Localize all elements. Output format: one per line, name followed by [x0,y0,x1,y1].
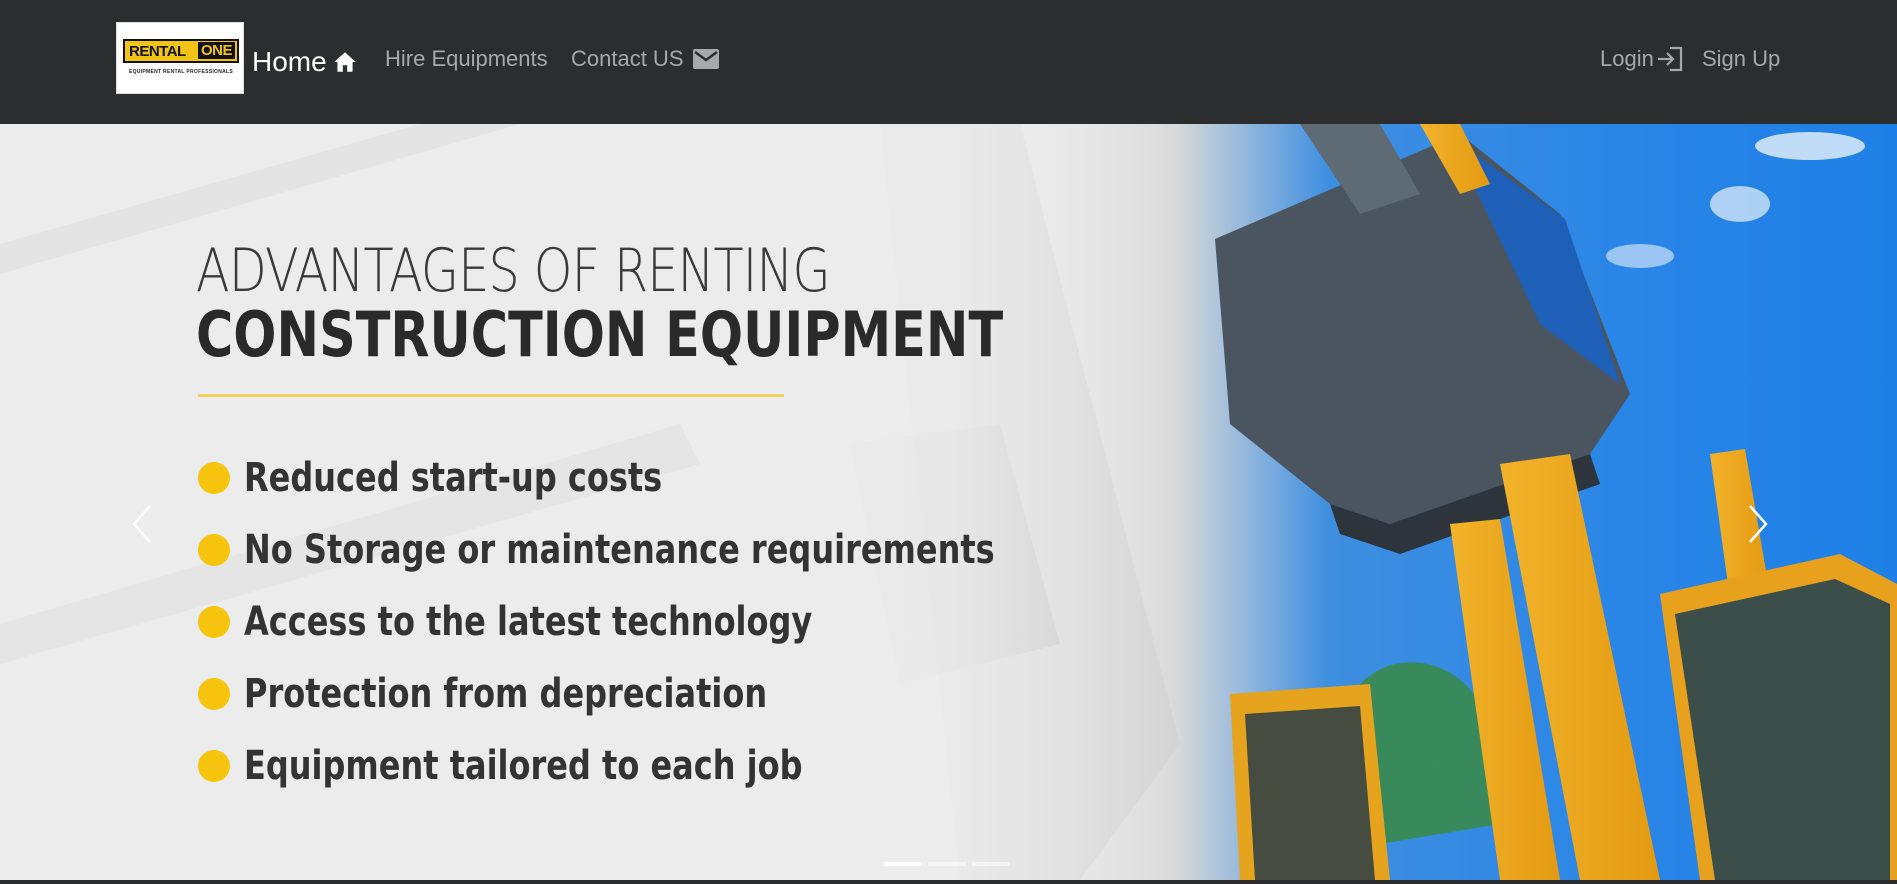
nav-hire-label: Hire Equipments [385,46,548,71]
nav-contact-label: Contact US [571,46,684,71]
benefit-item: Equipment tailored to each job [198,730,1182,802]
benefits-list: Reduced start-up costs No Storage or mai… [198,442,1182,802]
home-icon [333,52,356,72]
benefit-item: Reduced start-up costs [198,442,1182,514]
bullet-dot-icon [198,606,230,638]
bullet-dot-icon [198,534,230,566]
navbar: RENTAL ONE EQUIPMENT RENTAL PROFESSIONAL… [0,0,1897,124]
nav-hire-equipments-link[interactable]: Hire Equipments [385,46,548,72]
logo-text-right: ONE [197,42,235,59]
nav-login-label: Login [1600,46,1654,71]
nav-signup-link[interactable]: Sign Up [1702,46,1780,72]
logo-text-left: RENTAL [129,43,186,60]
rental-one-logo[interactable]: RENTAL ONE EQUIPMENT RENTAL PROFESSIONAL… [116,22,244,94]
hero-divider [198,394,784,397]
benefit-text: Equipment tailored to each job [244,743,803,789]
benefit-text: Protection from depreciation [244,671,768,717]
carousel-indicator-2[interactable] [928,862,966,866]
nav-contact-link[interactable]: Contact US [571,46,720,72]
login-icon [1657,46,1682,72]
carousel-indicators [884,862,1010,866]
hero-carousel: ADVANTAGES OF RENTING CONSTRUCTION EQUIP… [0,124,1897,880]
logo-tagline: EQUIPMENT RENTAL PROFESSIONALS [128,69,234,75]
benefit-text: No Storage or maintenance requirements [244,527,995,573]
carousel-indicator-1[interactable] [884,862,922,866]
mail-icon [692,49,719,69]
nav-home-label: Home [252,46,327,77]
chevron-left-icon [132,505,151,543]
benefit-text: Access to the latest technology [244,599,813,645]
logo-badge: RENTAL ONE [123,39,239,63]
bullet-dot-icon [198,678,230,710]
bullet-dot-icon [198,462,230,494]
benefit-item: No Storage or maintenance requirements [198,514,1182,586]
benefit-item: Protection from depreciation [198,658,1182,730]
bullet-dot-icon [198,750,230,782]
carousel-prev-button[interactable] [112,484,172,564]
nav-login-link[interactable]: Login [1600,46,1684,72]
benefit-text: Reduced start-up costs [244,455,663,501]
hero-title-line2: CONSTRUCTION EQUIPMENT [196,298,1004,371]
nav-home-link[interactable]: Home [252,46,359,78]
carousel-next-button[interactable] [1728,484,1788,564]
chevron-right-icon [1749,505,1768,543]
carousel-indicator-3[interactable] [972,862,1010,866]
benefit-item: Access to the latest technology [198,586,1182,658]
nav-signup-label: Sign Up [1702,46,1781,71]
page-bottom-strip [0,880,1897,884]
hero-title-line1: ADVANTAGES OF RENTING [196,236,831,306]
